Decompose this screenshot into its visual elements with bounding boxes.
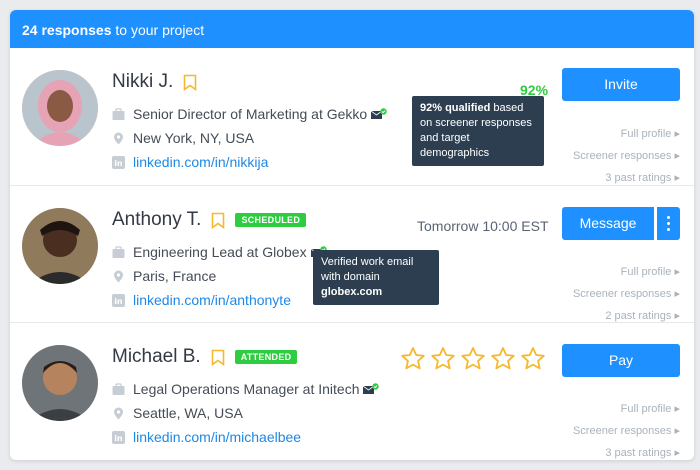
response-count: 24 responses (22, 22, 112, 38)
location: Paris, France (112, 268, 216, 284)
screener-responses-link[interactable]: Screener responses ▸ (573, 287, 680, 300)
job-title: Senior Director of Marketing at Gekko (112, 106, 387, 122)
more-options-button[interactable] (656, 207, 680, 240)
star-rating[interactable] (400, 346, 546, 372)
bookmark-icon[interactable] (211, 212, 225, 229)
linkedin-link: in linkedin.com/in/nikkija (112, 154, 268, 170)
location: Seattle, WA, USA (112, 405, 243, 421)
past-ratings-link[interactable]: 2 past ratings ▸ (605, 309, 680, 322)
location-pin-icon (114, 407, 123, 419)
past-ratings-link[interactable]: 3 past ratings ▸ (605, 446, 680, 459)
linkedin-link: in linkedin.com/in/michaelbee (112, 429, 301, 445)
svg-text:in: in (114, 159, 123, 168)
candidate-row: Nikki J. Senior Director of Marketing at… (10, 48, 694, 185)
avatar (22, 345, 98, 421)
full-profile-link[interactable]: Full profile ▸ (621, 265, 680, 278)
responses-header: 24 responses to your project (10, 10, 694, 48)
screener-responses-link[interactable]: Screener responses ▸ (573, 424, 680, 437)
bookmark-icon[interactable] (211, 349, 225, 366)
linkedin-link: in linkedin.com/in/anthonyte (112, 292, 291, 308)
verified-email-tooltip: Verified work email with domain globex.c… (313, 250, 439, 305)
linkedin-icon: in (112, 293, 125, 307)
invite-button[interactable]: Invite (562, 68, 680, 101)
location-pin-icon (114, 270, 123, 282)
star-icon[interactable] (430, 346, 456, 372)
linkedin-url[interactable]: linkedin.com/in/anthonyte (133, 292, 291, 308)
linkedin-icon: in (112, 430, 125, 444)
star-icon[interactable] (520, 346, 546, 372)
qualified-tooltip: 92% qualified based on screener response… (412, 96, 544, 166)
full-profile-link[interactable]: Full profile ▸ (621, 402, 680, 415)
svg-text:in: in (114, 434, 123, 443)
linkedin-url[interactable]: linkedin.com/in/michaelbee (133, 429, 301, 445)
job-title: Legal Operations Manager at Initech (112, 381, 380, 397)
location: New York, NY, USA (112, 130, 254, 146)
avatar (22, 208, 98, 284)
pay-button[interactable]: Pay (562, 344, 680, 377)
status-badge: SCHEDULED (235, 213, 307, 227)
job-title: Engineering Lead at Globex (112, 244, 327, 260)
candidate-name: Nikki J. (112, 71, 174, 92)
full-profile-link[interactable]: Full profile ▸ (621, 127, 680, 140)
avatar (22, 70, 98, 146)
message-button[interactable]: Message (562, 207, 654, 240)
candidate-row: Michael B. ATTENDED Legal Operations Man… (10, 322, 694, 459)
briefcase-icon (112, 107, 125, 120)
star-icon[interactable] (490, 346, 516, 372)
linkedin-icon: in (112, 155, 125, 169)
star-icon[interactable] (400, 346, 426, 372)
star-icon[interactable] (460, 346, 486, 372)
header-suffix: to your project (111, 22, 205, 38)
status-badge: ATTENDED (234, 350, 298, 364)
briefcase-icon (112, 382, 125, 395)
svg-text:in: in (114, 297, 123, 306)
location-pin-icon (114, 132, 123, 144)
responses-card: 24 responses to your project Nikki J. Se… (10, 10, 694, 460)
candidate-name: Michael B. (112, 346, 201, 367)
verified-email-icon[interactable] (371, 108, 387, 120)
candidate-name: Anthony T. (112, 209, 202, 230)
scheduled-time: Tomorrow 10:00 EST (417, 218, 549, 234)
verified-email-icon[interactable] (363, 383, 380, 395)
linkedin-url[interactable]: linkedin.com/in/nikkija (133, 154, 268, 170)
screener-responses-link[interactable]: Screener responses ▸ (573, 149, 680, 162)
bookmark-icon[interactable] (183, 74, 197, 91)
past-ratings-link[interactable]: 3 past ratings ▸ (605, 171, 680, 184)
briefcase-icon (112, 245, 125, 258)
